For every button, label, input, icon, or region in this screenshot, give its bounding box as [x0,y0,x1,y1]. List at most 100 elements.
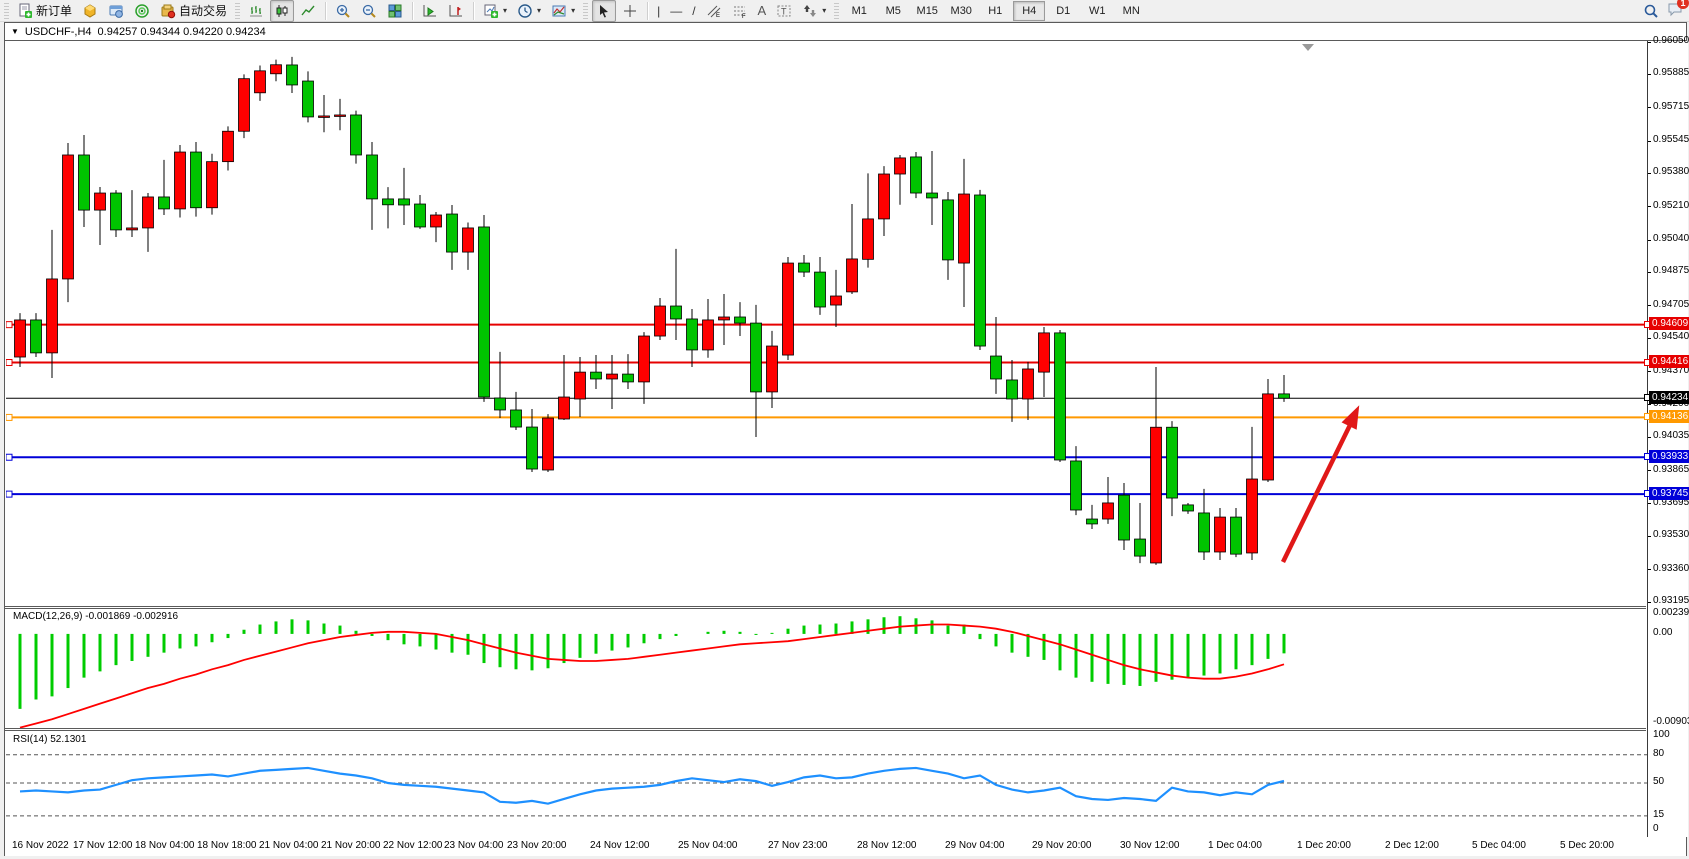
candle-body-down [975,195,986,346]
zoom-out-icon [361,3,377,19]
notifications-button[interactable]: 1 [1667,1,1683,22]
navigator-icon [134,3,150,19]
hline-handle[interactable] [6,322,12,328]
candle-body-up [15,320,26,357]
candle-body-down [79,155,90,210]
candle-body-up [223,131,234,161]
candle-body-down [111,193,122,230]
navigator-button[interactable] [130,0,154,22]
price-tick [1648,141,1651,142]
zoom-in-icon [335,3,351,19]
toolbar-drag-handle[interactable] [834,3,839,19]
timeframe-button-h4[interactable]: H4 [1013,1,1045,21]
price-tick [1648,206,1651,207]
new-order-button[interactable]: 新订单 [13,0,76,22]
date-label: 5 Dec 20:00 [1560,840,1614,851]
fibonacci-tool-button[interactable]: F [728,0,752,22]
trend-arrow-line[interactable] [1283,423,1351,562]
candle-body-down [751,323,762,392]
bar-chart-icon [248,3,264,19]
macd-panel[interactable] [6,609,1647,728]
candle-body-down [511,410,522,427]
main-toolbar: 新订单 自动交易 ▾ ▾ [0,0,1689,22]
panel-separator[interactable] [5,730,1646,731]
hline-handle[interactable] [6,491,12,497]
timeframe-button-m15[interactable]: M15 [911,1,943,21]
toolbar-drag-handle[interactable] [583,3,588,19]
panel-separator[interactable] [5,606,1646,607]
hline-handle[interactable] [6,454,12,460]
market-watch-button[interactable] [78,0,102,22]
rsi-scale-100: 100 [1653,729,1670,740]
timeframe-button-w1[interactable]: W1 [1081,1,1113,21]
timeframe-button-m1[interactable]: M1 [843,1,875,21]
price-tick [1648,503,1651,504]
hline-handle[interactable] [6,360,12,366]
macd-indicator-label: MACD(12,26,9) -0.001869 -0.002916 [13,611,178,622]
main-price-chart[interactable] [6,42,1647,605]
date-label: 24 Nov 12:00 [590,840,650,851]
toolbar-drag-handle[interactable] [4,3,9,19]
zoom-out-button[interactable] [357,0,381,22]
panel-separator[interactable] [5,728,1646,729]
candle-body-up [335,115,346,117]
rsi-panel[interactable] [6,732,1647,836]
date-label: 29 Nov 04:00 [945,840,1005,851]
horizontal-line-tool-button[interactable]: — [666,0,686,22]
rsi-line [20,768,1284,804]
timeframe-button-m5[interactable]: M5 [877,1,909,21]
trendline-tool-button[interactable]: / [688,0,699,22]
timeframe-button-mn[interactable]: MN [1115,1,1147,21]
date-label: 2 Dec 12:00 [1385,840,1439,851]
trendline-icon: / [692,4,695,18]
price-axis[interactable]: 0.960500.958850.957150.955450.953800.952… [1647,41,1688,837]
candle-body-down [815,272,826,307]
timeframe-button-h1[interactable]: H1 [979,1,1011,21]
candle-body-down [1167,427,1178,498]
cursor-tool-button[interactable] [592,0,616,22]
candle-body-up [1103,503,1114,519]
timeframe-button-d1[interactable]: D1 [1047,1,1079,21]
price-badge-0.94416: 0.94416 [1649,355,1689,368]
chart-title-bar[interactable]: ▼ USDCHF-,H4 0.94257 0.94344 0.94220 0.9… [5,23,1686,41]
date-label: 22 Nov 12:00 [383,840,443,851]
crosshair-tool-button[interactable] [618,0,642,22]
candle-body-up [239,79,250,132]
templates-button[interactable]: ▾ [547,0,579,22]
rsi-scale-50: 50 [1653,776,1664,787]
arrows-tool-button[interactable]: ▾ [798,0,830,22]
data-window-button[interactable] [104,0,128,22]
candle-body-down [1199,513,1210,552]
right-shift-marker[interactable] [1302,44,1314,51]
candle-body-up [1215,517,1226,552]
zoom-in-button[interactable] [331,0,355,22]
toolbar-separator [325,2,326,20]
line-chart-button[interactable] [296,0,320,22]
vertical-line-tool-button[interactable]: | [653,0,664,22]
tile-windows-button[interactable] [383,0,407,22]
date-axis[interactable]: 16 Nov 202217 Nov 12:0018 Nov 04:0018 No… [5,836,1646,855]
autotrading-button[interactable]: 自动交易 [156,0,231,22]
hline-handle[interactable] [6,414,12,420]
text-label-tool-button[interactable]: T [772,0,796,22]
auto-scroll-button[interactable] [418,0,442,22]
timeframe-button-m30[interactable]: M30 [945,1,977,21]
toolbar-drag-handle[interactable] [235,3,240,19]
candle-body-down [735,317,746,323]
candle-body-up [831,296,842,305]
candle-body-down [415,204,426,227]
candle-body-up [639,336,650,382]
collapse-arrow-icon[interactable]: ▼ [11,27,19,36]
macd-scale-min: -0.009037 [1653,716,1689,727]
channel-tool-button[interactable]: E [702,0,726,22]
text-tool-button[interactable]: A [754,0,771,22]
periodicity-button[interactable]: ▾ [513,0,545,22]
search-icon[interactable] [1643,3,1659,19]
candlestick-chart-button[interactable] [270,0,294,22]
candle-body-up [1263,394,1274,480]
new-chart-button[interactable]: ▾ [479,0,511,22]
chart-shift-button[interactable] [444,0,468,22]
bar-chart-button[interactable] [244,0,268,22]
candle-body-down [1183,505,1194,511]
candle-body-down [671,306,682,319]
